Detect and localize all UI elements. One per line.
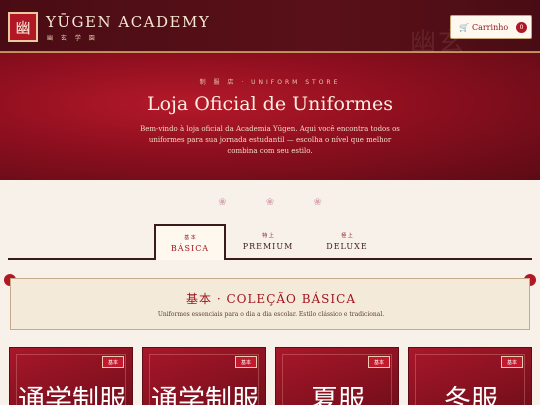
hero-description: Bem-vindo à loja oficial da Academia Yūg… bbox=[140, 125, 400, 155]
tab-label: BÁSICA bbox=[170, 244, 210, 253]
tab-kanji: 基 本 bbox=[184, 235, 196, 241]
collection-title: 基本 · COLEÇÃO BÁSICA bbox=[186, 292, 356, 306]
top-bar: 幽 YŪGEN ACADEMY 幽 玄 学 園 幽玄 🛒 Carrinho 0 bbox=[0, 0, 540, 58]
card-badge: 基本 bbox=[368, 356, 390, 368]
tab-deluxe[interactable]: 極 上 DELUXE bbox=[311, 224, 383, 260]
page-title: Loja Oficial de Uniformes bbox=[146, 93, 394, 115]
flower-divider-icons: ❀ ❀ ❀ bbox=[218, 197, 340, 208]
collection-subtitle: Uniformes essenciais para o dia a dia es… bbox=[157, 311, 385, 318]
hero-kicker: 制 服 店 · UNIFORM STORE bbox=[199, 79, 341, 86]
brand-name[interactable]: YŪGEN ACADEMY bbox=[46, 13, 210, 31]
tab-label: PREMIUM bbox=[242, 242, 294, 251]
brand-subtitle: 幽 玄 学 園 bbox=[47, 35, 98, 42]
tab-basica[interactable]: 基 本 BÁSICA bbox=[154, 224, 226, 260]
card-kanji-title: 通学制服 bbox=[151, 385, 259, 405]
cart-button[interactable]: 🛒 Carrinho 0 bbox=[450, 15, 532, 39]
tab-label: DELUXE bbox=[326, 242, 368, 251]
tab-kanji: 特 上 bbox=[262, 233, 274, 239]
product-card[interactable]: 基本 冬服 bbox=[408, 347, 532, 405]
cart-label: Carrinho bbox=[471, 22, 509, 32]
product-card[interactable]: 基本 通学制服 bbox=[142, 347, 266, 405]
collection-banner: 基本 · COLEÇÃO BÁSICA Uniformes essenciais… bbox=[10, 278, 530, 330]
academy-logo[interactable]: 幽 bbox=[8, 12, 38, 42]
tab-premium[interactable]: 特 上 PREMIUM bbox=[232, 224, 304, 260]
card-badge: 基本 bbox=[235, 356, 257, 368]
tab-kanji: 極 上 bbox=[341, 233, 353, 239]
card-kanji-title: 夏服 bbox=[311, 385, 365, 405]
card-badge: 基本 bbox=[102, 356, 124, 368]
hero-banner: 制 服 店 · UNIFORM STORE Loja Oficial de Un… bbox=[0, 52, 540, 180]
cart-icon: 🛒 bbox=[459, 22, 469, 32]
card-kanji-title: 冬服 bbox=[444, 385, 498, 405]
product-card[interactable]: 基本 通学制服 bbox=[9, 347, 133, 405]
product-card[interactable]: 基本 夏服 bbox=[275, 347, 399, 405]
card-kanji-title: 通学制服 bbox=[18, 385, 126, 405]
cart-count-badge: 0 bbox=[516, 22, 527, 33]
card-badge: 基本 bbox=[501, 356, 523, 368]
